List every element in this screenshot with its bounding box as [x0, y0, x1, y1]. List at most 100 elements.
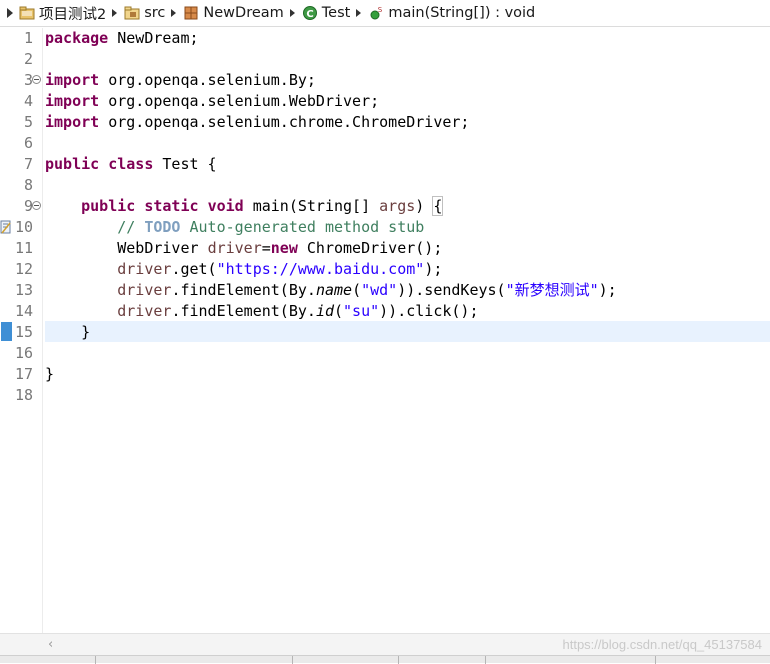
code-text: .get(	[171, 260, 217, 278]
code-area[interactable]: package NewDream; import org.openqa.sele…	[45, 28, 770, 633]
variable: driver	[117, 281, 172, 299]
code-text: ChromeDriver();	[297, 239, 443, 257]
breadcrumb-item-package[interactable]: NewDream	[183, 0, 284, 26]
code-line: WebDriver driver=new ChromeDriver();	[45, 238, 770, 259]
code-line: package NewDream;	[45, 28, 770, 49]
svg-text:C: C	[306, 9, 313, 20]
chevron-right-icon[interactable]	[171, 9, 177, 17]
chevron-right-icon[interactable]	[112, 9, 118, 17]
code-text: org.openqa.selenium.chrome.ChromeDriver;	[99, 113, 470, 131]
variable: driver	[117, 260, 172, 278]
variable: driver	[117, 302, 172, 320]
comment: //	[117, 218, 145, 236]
line-number: 4	[23, 92, 33, 110]
keyword: package	[45, 29, 109, 47]
horizontal-scrollbar[interactable]: ‹ https://blog.csdn.net/qq_45137584	[0, 633, 770, 656]
scroll-left-icon[interactable]: ‹	[48, 638, 58, 651]
line-number-gutter[interactable]: 1 2 3 4 5 6 7 8 9 10 11 12 13 14 15 16 1…	[0, 28, 43, 633]
breadcrumb-item-project[interactable]: 项目测试2	[19, 0, 107, 26]
breadcrumb-label: Test	[321, 5, 351, 21]
string-literal: "新梦想测试"	[505, 281, 599, 299]
static-method: name	[315, 281, 353, 299]
string-literal: "https://www.baidu.com"	[216, 260, 425, 278]
code-line: import org.openqa.selenium.WebDriver;	[45, 91, 770, 112]
line-number: 8	[23, 176, 33, 194]
line-number: 11	[14, 239, 33, 257]
code-text: )).click();	[379, 302, 479, 320]
todo-tag: TODO	[144, 218, 181, 236]
line-number: 9	[23, 197, 33, 215]
project-folder-icon	[19, 5, 35, 21]
chevron-right-icon[interactable]	[356, 9, 362, 17]
code-text: Test {	[153, 155, 217, 173]
code-text: org.openqa.selenium.WebDriver;	[99, 92, 380, 110]
package-folder-icon	[124, 5, 140, 21]
code-line: public class Test {	[45, 154, 770, 175]
breadcrumb-item-class[interactable]: C Test	[302, 0, 351, 26]
chevron-right-icon[interactable]	[289, 9, 295, 17]
package-icon	[183, 5, 199, 21]
code-line: }	[45, 364, 770, 385]
line-number: 13	[14, 281, 33, 299]
line-number: 2	[23, 50, 33, 68]
code-text: );	[598, 281, 617, 299]
keyword: static	[144, 197, 199, 215]
breadcrumb: 项目测试2 src NewDream C Test S main(String[…	[0, 0, 770, 27]
line-number: 7	[23, 155, 33, 173]
line-number: 15	[14, 323, 33, 341]
code-line: import org.openqa.selenium.chrome.Chrome…	[45, 112, 770, 133]
line-number: 16	[14, 344, 33, 362]
keyword: import	[45, 92, 100, 110]
code-text: }	[45, 323, 91, 341]
code-text: .findElement(By.	[171, 281, 316, 299]
code-line: driver.findElement(By.name("wd")).sendKe…	[45, 280, 770, 301]
fold-collapse-icon[interactable]	[32, 201, 41, 210]
keyword: class	[108, 155, 154, 173]
line-number: 5	[23, 113, 33, 131]
code-text: WebDriver	[117, 239, 208, 257]
line-number: 17	[14, 365, 33, 383]
code-line: }	[45, 322, 770, 343]
class-icon: C	[302, 5, 318, 21]
fold-collapse-icon[interactable]	[32, 75, 41, 84]
breadcrumb-label: src	[144, 5, 166, 21]
code-text: );	[424, 260, 443, 278]
code-text: }	[45, 365, 55, 383]
keyword: public	[45, 155, 100, 173]
string-literal: "wd"	[361, 281, 398, 299]
code-text: .findElement(By.	[171, 302, 316, 320]
breadcrumb-expand-icon[interactable]	[7, 8, 13, 18]
code-line: // TODO Auto-generated method stub	[45, 217, 770, 238]
keyword: public	[81, 197, 136, 215]
line-number: 12	[14, 260, 33, 278]
code-line: driver.get("https://www.baidu.com");	[45, 259, 770, 280]
line-number: 14	[14, 302, 33, 320]
code-line: public static void main(String[] args) {	[45, 196, 770, 217]
bottom-panel-edge	[0, 655, 770, 664]
parameter: args	[379, 197, 416, 215]
code-text: main(String[]	[243, 197, 380, 215]
comment: Auto-generated method stub	[180, 218, 425, 236]
code-text: )	[415, 197, 434, 215]
breadcrumb-label: 项目测试2	[39, 6, 107, 23]
keyword: import	[45, 113, 100, 131]
static-method: id	[315, 302, 334, 320]
breadcrumb-item-src[interactable]: src	[124, 0, 166, 26]
line-number: 10	[14, 218, 33, 236]
breadcrumb-label: main(String[]) : void	[388, 5, 536, 21]
code-editor[interactable]: 1 2 3 4 5 6 7 8 9 10 11 12 13 14 15 16 1…	[0, 28, 770, 633]
svg-text:S: S	[378, 6, 383, 14]
code-line: import org.openqa.selenium.By;	[45, 70, 770, 91]
line-number: 18	[14, 386, 33, 404]
breadcrumb-item-method[interactable]: S main(String[]) : void	[368, 0, 536, 26]
watermark: https://blog.csdn.net/qq_45137584	[562, 637, 763, 652]
line-number: 1	[23, 29, 33, 47]
code-text: )).sendKeys(	[397, 281, 506, 299]
variable: driver	[207, 239, 262, 257]
code-text: org.openqa.selenium.By;	[99, 71, 316, 89]
